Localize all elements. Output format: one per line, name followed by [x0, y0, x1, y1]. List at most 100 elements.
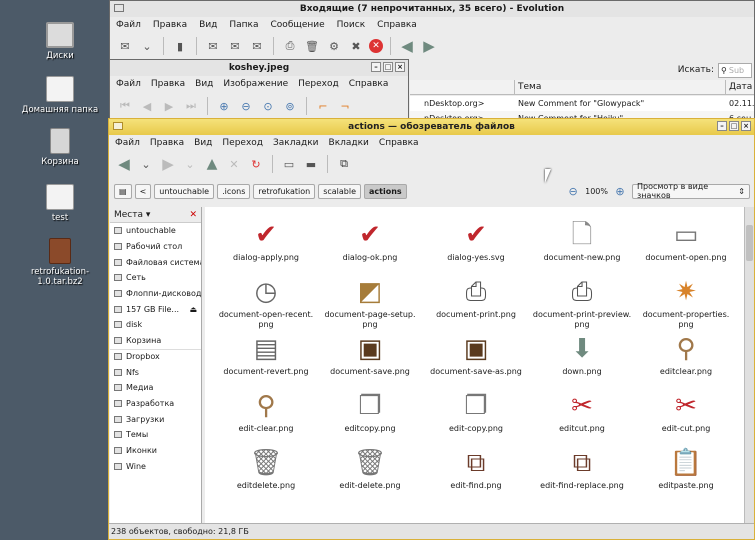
file-item[interactable]: 🗋 document-new.png	[527, 221, 637, 263]
address-book-icon[interactable]: ▮	[171, 38, 189, 54]
desktop-icon-home[interactable]: Домашняя папка	[10, 76, 110, 115]
menu-item[interactable]: Папка	[229, 20, 258, 30]
menu-item[interactable]: Переход	[222, 138, 263, 148]
junk-icon[interactable]: ⚙	[325, 38, 343, 54]
menu-item[interactable]: Справка	[349, 79, 389, 89]
file-item[interactable]: ❐ edit-copy.png	[421, 392, 531, 434]
file-item[interactable]: ⚲ edit-clear.png	[211, 392, 321, 434]
path-button[interactable]: untouchable	[154, 183, 215, 199]
reload-icon[interactable]: ↻	[247, 156, 265, 172]
path-button[interactable]: .icons	[217, 183, 251, 199]
sidebar-item[interactable]: Разработка	[110, 396, 201, 412]
menu-item[interactable]: Вкладки	[329, 138, 369, 148]
file-item[interactable]: ❐ editcopy.png	[315, 392, 425, 434]
sidebar-item[interactable]: 157 GB File... ⏏	[110, 301, 201, 317]
sidebar-item[interactable]: Флоппи-дисковод	[110, 286, 201, 302]
search-input[interactable]: ⚲ Sub	[718, 62, 752, 78]
sidebar-item[interactable]: Nfs	[110, 364, 201, 380]
sidebar-item[interactable]: Сеть	[110, 270, 201, 286]
stop-icon[interactable]: ✕	[369, 39, 383, 53]
forward-icon[interactable]: ▶	[160, 98, 178, 114]
file-manager-titlebar[interactable]: actions — обозреватель файлов – □ ×	[109, 119, 754, 135]
minimize-icon[interactable]: –	[371, 62, 381, 72]
close-icon[interactable]: ×	[741, 121, 751, 131]
menu-item[interactable]: Вид	[195, 79, 213, 89]
file-item[interactable]: 📋 editpaste.png	[631, 449, 741, 491]
file-item[interactable]: ▤ document-revert.png	[211, 335, 321, 377]
not-junk-icon[interactable]: ✖	[347, 38, 365, 54]
file-item[interactable]: ▣ document-save.png	[315, 335, 425, 377]
sidebar-item[interactable]: Иконки	[110, 443, 201, 459]
up-arrow-icon[interactable]: ▲	[203, 156, 221, 172]
file-item[interactable]: ⎙ document-print-preview. png	[527, 278, 637, 330]
menu-item[interactable]: Файл	[116, 20, 141, 30]
path-left-button[interactable]: <	[134, 183, 152, 199]
file-item[interactable]: ◷ document-open-recent. png	[211, 278, 321, 330]
rotate-left-icon[interactable]: ⌐	[314, 98, 332, 114]
sidebar-item[interactable]: Dropbox	[110, 348, 201, 365]
file-item[interactable]: ✂ edit-cut.png	[631, 392, 741, 434]
menu-item[interactable]: Файл	[116, 79, 141, 89]
menu-item[interactable]: Закладки	[273, 138, 319, 148]
date-column-header[interactable]: Дата	[726, 80, 754, 94]
menu-item[interactable]: Справка	[379, 138, 419, 148]
menu-item[interactable]: Правка	[151, 79, 185, 89]
file-item[interactable]: ⚲ editclear.png	[631, 335, 741, 377]
desktop-icon-archive[interactable]: retrofukation-1.0.tar.bz2	[10, 238, 110, 287]
reply-icon[interactable]: ✉	[204, 38, 222, 54]
zoom-out-icon[interactable]: ⊖	[564, 183, 582, 199]
chevron-down-icon[interactable]: ⌄	[181, 156, 199, 172]
evolution-titlebar[interactable]: Входящие (7 непрочитанных, 35 всего) - E…	[110, 1, 754, 17]
maximize-icon[interactable]: □	[383, 62, 393, 72]
menu-item[interactable]: Правка	[150, 138, 184, 148]
last-icon[interactable]: ⏭	[182, 98, 200, 114]
sidebar-item[interactable]: Файловая система	[110, 254, 201, 270]
sidebar-item[interactable]: untouchable	[110, 223, 201, 239]
menu-item[interactable]: Вид	[194, 138, 212, 148]
desktop-icon-disks[interactable]: Диски	[10, 22, 110, 61]
file-item[interactable]: ⧉ edit-find-replace.png	[527, 449, 637, 491]
reply-all-icon[interactable]: ✉	[226, 38, 244, 54]
sidebar-item[interactable]: Корзина	[110, 333, 201, 349]
scrollbar-thumb[interactable]	[746, 225, 753, 261]
file-item[interactable]: 🗑 editdelete.png	[211, 449, 321, 491]
file-item[interactable]: 🗑 edit-delete.png	[315, 449, 425, 491]
menu-item[interactable]: Вид	[199, 20, 217, 30]
table-row[interactable]: nDesktop.org> New Comment for "Glowypack…	[410, 96, 754, 111]
file-item[interactable]: ▭ document-open.png	[631, 221, 741, 263]
file-item[interactable]: ▣ document-save-as.png	[421, 335, 531, 377]
desktop-icon-test[interactable]: test	[10, 184, 110, 223]
zoom-in-icon[interactable]: ⊕	[611, 183, 629, 199]
home-view-icon[interactable]: ▭	[280, 156, 298, 172]
zoom-fit-icon[interactable]: ⊚	[281, 98, 299, 114]
desktop-icon-trash[interactable]: Корзина	[10, 128, 110, 167]
chevron-down-icon[interactable]: ⌄	[137, 156, 155, 172]
previous-arrow-icon[interactable]: ◀	[398, 37, 416, 55]
view-mode-select[interactable]: Просмотр в виде значков ⇕	[632, 182, 750, 200]
file-item[interactable]: ✔ dialog-ok.png	[315, 221, 425, 263]
path-button[interactable]: scalable	[318, 183, 362, 199]
from-column-header[interactable]	[410, 80, 515, 94]
next-arrow-icon[interactable]: ▶	[420, 37, 438, 55]
back-arrow-icon[interactable]: ◀	[115, 155, 133, 173]
sidebar-item[interactable]: Рабочий стол	[110, 239, 201, 255]
vertical-scrollbar[interactable]	[744, 207, 754, 523]
eject-icon[interactable]: ⏏	[189, 305, 201, 314]
forward-arrow-icon[interactable]: ▶	[159, 155, 177, 173]
file-item[interactable]: ⧉ edit-find.png	[421, 449, 531, 491]
toggle-location-button[interactable]: ▤	[114, 183, 132, 199]
path-button-current[interactable]: actions	[364, 183, 407, 199]
file-item[interactable]: ⎙ document-print.png	[421, 278, 531, 320]
menu-item[interactable]: Правка	[153, 20, 187, 30]
delete-icon[interactable]: 🗑	[303, 38, 321, 54]
sidebar-item[interactable]: Медиа	[110, 380, 201, 396]
forward-icon[interactable]: ✉	[248, 38, 266, 54]
menu-item[interactable]: Переход	[298, 79, 339, 89]
sidebar-item[interactable]: Загрузки	[110, 411, 201, 427]
new-mail-icon[interactable]: ✉	[116, 38, 134, 54]
menu-item[interactable]: Поиск	[337, 20, 366, 30]
stop-icon[interactable]: ✕	[225, 156, 243, 172]
file-item[interactable]: ◩ document-page-setup. png	[315, 278, 425, 330]
file-item[interactable]: ⬇ down.png	[527, 335, 637, 377]
zoom-in-icon[interactable]: ⊕	[215, 98, 233, 114]
